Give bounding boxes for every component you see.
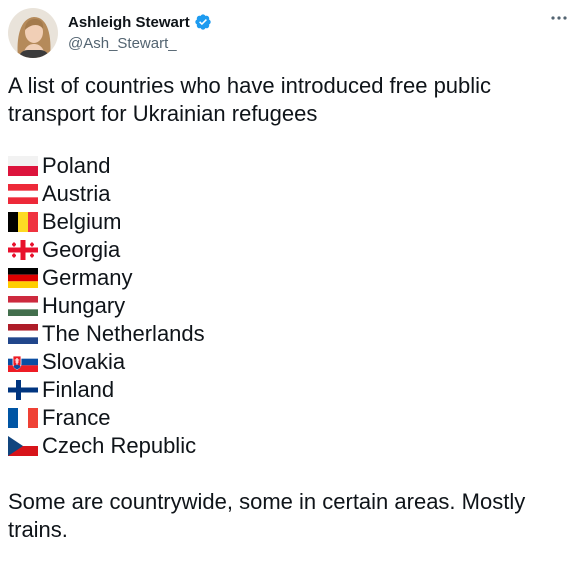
country-name: Slovakia (42, 349, 126, 374)
country-list: Poland Austria Belgium Georgia Germany H… (8, 152, 568, 460)
netherlands-flag-icon (8, 324, 38, 344)
list-item: The Netherlands (8, 320, 568, 348)
country-name: Finland (42, 377, 115, 402)
country-name: Poland (42, 153, 111, 178)
name-row: Ashleigh Stewart (68, 12, 212, 32)
verified-badge-icon (194, 13, 212, 31)
country-name: The Netherlands (42, 321, 205, 346)
tweet-intro: A list of countries who have introduced … (8, 73, 492, 126)
poland-flag-icon (8, 156, 38, 176)
hungary-flag-icon (8, 296, 38, 316)
avatar[interactable] (8, 8, 58, 58)
list-item: Belgium (8, 208, 568, 236)
country-name: Czech Republic (42, 433, 197, 458)
tweet-text: A list of countries who have introduced … (8, 72, 568, 544)
tweet-outro: Some are countrywide, some in certain ar… (8, 489, 526, 542)
author-handle[interactable]: @Ash_Stewart_ (68, 35, 212, 52)
germany-flag-icon (8, 268, 38, 288)
list-item: Hungary (8, 292, 568, 320)
list-item: Finland (8, 376, 568, 404)
country-name: Germany (42, 265, 133, 290)
georgia-flag-icon (8, 240, 38, 260)
author-display-name[interactable]: Ashleigh Stewart (68, 14, 190, 31)
country-name: Belgium (42, 209, 122, 234)
country-name: Georgia (42, 237, 121, 262)
france-flag-icon (8, 408, 38, 428)
slovakia-flag-icon (8, 352, 38, 372)
list-item: Czech Republic (8, 432, 568, 460)
list-item: Slovakia (8, 348, 568, 376)
more-options-icon[interactable] (549, 10, 569, 26)
country-name: France (42, 405, 111, 430)
country-name: Austria (42, 181, 111, 206)
list-item: France (8, 404, 568, 432)
belgium-flag-icon (8, 212, 38, 232)
country-name: Hungary (42, 293, 126, 318)
list-item: Poland (8, 152, 568, 180)
austria-flag-icon (8, 184, 38, 204)
author-names: Ashleigh Stewart @Ash_Stewart_ (68, 12, 212, 52)
czech-republic-flag-icon (8, 436, 38, 456)
list-item: Germany (8, 264, 568, 292)
finland-flag-icon (8, 380, 38, 400)
tweet-header: Ashleigh Stewart @Ash_Stewart_ (8, 8, 212, 58)
list-item: Georgia (8, 236, 568, 264)
list-item: Austria (8, 180, 568, 208)
tweet-card: Ashleigh Stewart @Ash_Stewart_ A list of… (0, 0, 583, 561)
